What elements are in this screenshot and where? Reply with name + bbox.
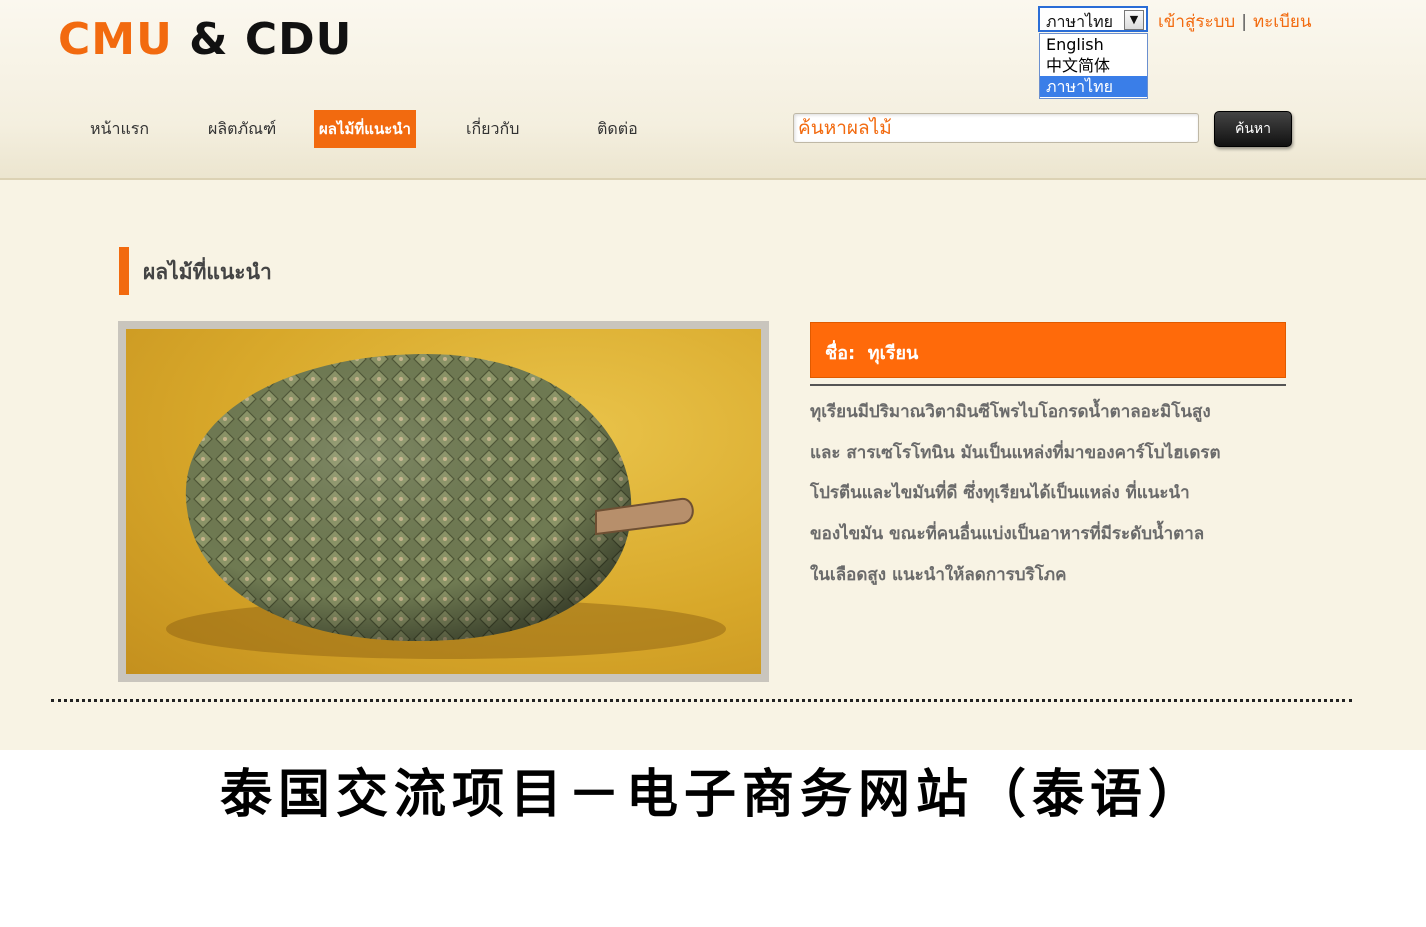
fruit-name-divider [810,384,1286,386]
nav-item-recommended-fruits[interactable]: ผลไม้ที่แนะนำ [314,110,416,148]
description-line: และ สารเซโรโทนิน มันเป็นแหล่งที่มาของคาร… [810,442,1221,463]
description-line: โปรตีนและไขมันที่ดี ซึ่งทุเรียนได้เป็นแห… [810,483,1190,504]
dotted-divider [51,699,1352,702]
description-line: ของไขมัน ขณะที่คนอื่นแบ่งเป็นอาหารที่มีร… [810,524,1205,545]
nav-item-home[interactable]: หน้าแรก [90,110,149,148]
fruit-name-box: ชื่อ: ทุเรียน [810,322,1286,378]
language-option-english[interactable]: English [1040,34,1147,55]
language-select[interactable]: ภาษาไทย ▼ [1038,6,1148,32]
fruit-name-value: ทุเรียน [867,343,919,364]
section-title: ผลไม้ที่แนะนำ [143,260,272,284]
auth-separator: | [1241,12,1247,32]
logo-part-cdu: CDU [244,14,353,65]
language-dropdown-list: English 中文简体 ภาษาไทย [1039,33,1148,99]
fruit-photo-frame [118,321,769,682]
nav-item-products[interactable]: ผลิตภัณฑ์ [208,110,276,148]
search-input[interactable] [793,113,1199,143]
language-selected-value: ภาษาไทย [1046,12,1114,31]
section-title-accent [119,247,129,295]
nav-item-about[interactable]: เกี่ยวกับ [466,110,519,148]
fruit-name-label: ชื่อ: [825,343,856,364]
description-line: ในเลือดสูง แนะนำให้ลดการบริโภค [810,564,1067,585]
logo-ampersand: & [189,14,229,65]
fruit-photo [126,329,761,674]
site-logo[interactable]: CMU & CDU [58,14,352,65]
chevron-down-icon[interactable]: ▼ [1124,10,1144,30]
language-option-chinese[interactable]: 中文简体 [1040,55,1147,76]
search-button[interactable]: ค้นหา [1214,111,1292,147]
language-option-thai[interactable]: ภาษาไทย [1040,76,1147,97]
page-area: CMU & CDU หน้าแรก ผลิตภัณฑ์ ผลไม้ที่แนะน… [0,0,1426,750]
auth-links: เข้าสู่ระบบ | ทะเบียน [1158,8,1311,35]
durian-image [166,354,726,659]
register-link[interactable]: ทะเบียน [1253,12,1312,32]
logo-part-cmu: CMU [58,14,173,65]
slide-caption: 泰国交流项目－电子商务网站（泰语） [219,764,1206,825]
login-link[interactable]: เข้าสู่ระบบ [1158,12,1235,32]
description-line: ทุเรียนมีปริมาณวิตามินซีโพรไบโอกรดน้ำตาล… [810,402,1211,422]
fruit-name-heading: ชื่อ: ทุเรียน [825,338,918,367]
site-header: CMU & CDU หน้าแรก ผลิตภัณฑ์ ผลไม้ที่แนะน… [0,0,1426,180]
fruit-description: ทุเรียนมีปริมาณวิตามินซีโพรไบโอกรดน้ำตาล… [810,392,1290,596]
nav-item-contact[interactable]: ติดต่อ [597,110,638,148]
